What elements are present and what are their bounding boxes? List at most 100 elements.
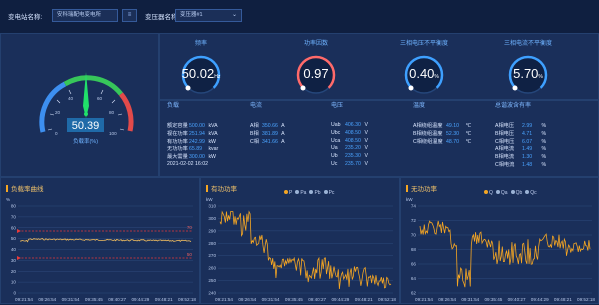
rings-panel: 频率 50.02Hz 功率因数 0.97 三相电压不平衡度 0.40% 三相电流不平衡度 5.… [159,33,599,100]
limit-marker-left-lower [17,256,21,260]
gauge-value: 50.39 [72,120,100,132]
voltage-unit: V [363,129,368,136]
ring-marker [512,85,518,91]
harmonic-value: 4.71 [522,130,533,137]
x-tick-label: 09:31:54 [461,297,479,302]
y-tick-label: 70 [411,233,417,238]
harmonic-key: C相电流 [495,162,515,168]
gauge-scale-0: 0 [55,131,58,136]
harmonic-unit: % [540,138,547,145]
voltage-key: Uc [331,161,338,167]
load-key: 最大需量 [167,154,188,161]
x-tick-label: 09:52:18 [378,297,396,302]
temperature-unit: ℃ [464,138,472,145]
harmonic-unit: % [540,146,547,153]
current-value: 341.66 [262,138,278,145]
load-key: 无功功率 [167,146,188,153]
y-tick-label: 74 [411,204,417,209]
voltage-row: Ubc 408.50 V [331,130,368,136]
harmonic-row: A相电流 1.49 % [495,145,546,152]
x-tick-label: 09:35:45 [85,297,103,302]
ring-value-number: 50.02 [181,66,215,81]
temperature-row: B相绕组温度 52.30 ℃ [413,130,471,137]
harmonic-unit: % [540,162,547,168]
y-tick-label: 66 [411,262,417,267]
table-header-current: 电流 [250,103,263,109]
current-unit: A [280,123,285,129]
load-unit: kW [207,138,216,145]
table-header-voltage: 电压 [331,103,344,109]
current-key: A相 [250,123,259,129]
series-line [219,210,392,290]
current-unit: A [280,130,285,137]
voltage-row: Uab 406.30 V [331,122,368,128]
y-tick-label: 290 [208,228,216,233]
ring-value-unit: % [434,74,439,80]
y-axis-unit: kW [406,197,413,202]
limit-marker-left-upper [17,229,21,233]
y-tick-label: 72 [411,218,417,223]
load-value: 300.00 [189,154,205,161]
y-tick-label: 62 [411,291,417,296]
voltage-value: 235.30 [345,153,361,160]
station-input[interactable]: 安科瑞配电变电所 [52,9,118,22]
y-tick-label: 0 [13,291,16,296]
chevron-down-icon: ⌄ [231,12,237,18]
temperature-unit: ℃ [464,123,472,129]
voltage-row: Uc 235.70 V [331,161,368,167]
load-key: 有功功率 [167,138,188,145]
x-tick-label: 09:44:29 [331,297,349,302]
load-row: 视在功率251.94 kVA [167,130,218,137]
load-value: 251.94 [189,130,205,137]
series-line [419,220,591,288]
station-select-button[interactable]: ≡ [122,9,137,22]
ring-value-number: 5.70 [513,66,539,81]
x-tick-label: 09:21:54 [215,297,233,302]
temperature-value: 48.70 [446,138,459,145]
y-tick-label: 310 [208,204,216,209]
voltage-unit: V [363,161,368,167]
current-row: C相 341.66 A [250,138,285,145]
x-tick-label: 09:31:54 [262,297,280,302]
transformer-select[interactable]: 变压器#1 ⌄ [175,9,242,22]
temperature-key: C相绕组温度 [413,138,443,145]
x-tick-label: 09:35:45 [484,297,502,302]
x-tick-label: 09:52:18 [577,297,595,302]
ring-title-3: 三相电流不平衡度 [503,41,552,47]
x-tick-label: 09:40:27 [108,297,126,302]
series-line [19,238,192,243]
voltage-key: Ua [331,145,338,152]
ring-value-unit: Hz [214,74,221,80]
gauge-scale-100: 100 [109,131,117,136]
y-tick-label: 10 [11,280,17,285]
load-gauge-panel: 0 20 40 60 80 100 50.39 负载率(%) [0,33,159,177]
harmonic-key: A相电流 [495,146,515,153]
y-tick-label: 270 [208,253,216,258]
y-tick-label: 50 [11,236,17,241]
harmonic-value: 1.49 [522,146,533,153]
load-row: 有功功率242.99 kW [167,138,216,145]
x-tick-label: 09:26:54 [438,297,456,302]
x-tick-label: 09:31:54 [62,297,80,302]
load-unit: kW [207,154,216,161]
harmonic-value: 1.30 [522,154,533,161]
x-tick-label: 09:44:29 [531,297,549,302]
y-tick-label: 40 [11,247,17,252]
gauge-arc-low [39,81,67,133]
temperature-unit: ℃ [464,130,472,137]
realtime-table-content: 负载 电流 电压 温度 总谐波含有率 额定容量500.00 kVA 视在功率251… [159,100,599,177]
ring-title-0: 频率 [194,41,207,47]
load-row: 额定容量500.00 kVA [167,122,218,129]
y-tick-label: 64 [411,276,417,281]
y-tick-label: 68 [411,247,417,252]
gauge-needle-hub [84,112,88,116]
gauge-arc-high [119,92,134,132]
ring-value-number: 0.97 [303,66,329,81]
voltage-unit: V [363,145,368,152]
y-tick-label: 30 [11,258,17,263]
voltage-value: 408.50 [345,137,361,144]
y-axis-unit: % [6,197,10,202]
current-value: 381.89 [262,130,278,137]
voltage-key: Ub [331,153,338,160]
x-tick-label: 09:48:21 [155,297,173,302]
